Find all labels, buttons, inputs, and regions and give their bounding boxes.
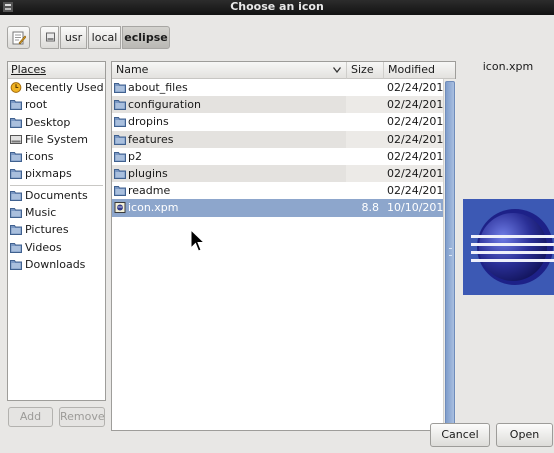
eclipse-logo-icon bbox=[463, 199, 554, 295]
places-sidebar: Places Recently Used root Desktop File S… bbox=[7, 61, 106, 401]
sort-descending-icon bbox=[333, 67, 341, 73]
image-file-icon bbox=[114, 202, 126, 214]
preview-label: icon.xpm bbox=[482, 60, 534, 73]
recent-icon bbox=[10, 82, 22, 93]
table-row[interactable]: features 02/24/2014 bbox=[112, 130, 450, 148]
sidebar-item-documents[interactable]: Documents bbox=[8, 187, 105, 204]
folder-icon bbox=[10, 169, 22, 180]
window-menu-icon[interactable] bbox=[2, 1, 14, 13]
table-row[interactable]: about_files 02/24/2014 bbox=[112, 79, 450, 96]
sidebar-item-pixmaps[interactable]: pixmaps bbox=[8, 165, 105, 182]
file-name: configuration bbox=[128, 98, 201, 112]
file-size: 8.8 KB bbox=[361, 201, 380, 232]
file-name: plugins bbox=[128, 166, 168, 180]
folder-icon bbox=[10, 242, 22, 253]
folder-icon bbox=[10, 190, 22, 201]
table-row-selected[interactable]: icon.xpm 8.8 KB 10/10/2013 bbox=[112, 199, 450, 231]
file-modified: 02/24/2014 bbox=[387, 81, 451, 94]
window-title: Choose an icon bbox=[230, 0, 324, 13]
table-row[interactable]: dropins 02/24/2014 bbox=[112, 113, 450, 130]
drive-icon bbox=[10, 134, 22, 144]
file-modified: 02/24/2014 bbox=[387, 98, 451, 112]
folder-icon bbox=[114, 186, 126, 197]
drive-icon bbox=[46, 32, 55, 42]
sidebar-item-icons[interactable]: icons bbox=[8, 148, 105, 165]
file-name: about_files bbox=[128, 81, 188, 94]
remove-bookmark-button[interactable]: Remove bbox=[59, 407, 105, 427]
file-rows: about_files 02/24/2014 configuration 02/… bbox=[112, 79, 450, 231]
edit-location-icon bbox=[12, 31, 26, 45]
crumb-local[interactable]: local bbox=[88, 26, 121, 49]
file-list[interactable]: Name Size Modified about_files 02/24/201… bbox=[111, 61, 456, 431]
file-name: icon.xpm bbox=[128, 201, 179, 215]
open-button[interactable]: Open bbox=[496, 423, 553, 447]
sidebar-item-recently-used[interactable]: Recently Used bbox=[8, 79, 105, 96]
folder-icon bbox=[10, 208, 22, 219]
file-name: readme bbox=[128, 184, 171, 198]
folder-icon bbox=[10, 100, 22, 111]
file-name: features bbox=[128, 132, 174, 146]
file-modified: 02/24/2014 bbox=[387, 149, 451, 163]
crumb-usr[interactable]: usr bbox=[60, 26, 87, 49]
title-bar: Choose an icon bbox=[0, 0, 554, 15]
folder-icon bbox=[114, 134, 126, 145]
folder-icon bbox=[10, 259, 22, 270]
file-chooser-dialog: usr local eclipse Places Recently Used r… bbox=[0, 15, 554, 453]
sidebar-item-downloads[interactable]: Downloads bbox=[8, 256, 105, 273]
folder-icon bbox=[10, 152, 22, 163]
folder-icon bbox=[114, 151, 126, 162]
file-name: dropins bbox=[128, 115, 169, 129]
crumb-root[interactable] bbox=[40, 26, 59, 49]
sidebar-item-root[interactable]: root bbox=[8, 96, 105, 113]
places-header[interactable]: Places bbox=[8, 62, 105, 79]
sidebar-item-desktop[interactable]: Desktop bbox=[8, 114, 105, 131]
type-location-button[interactable] bbox=[7, 26, 30, 49]
places-divider bbox=[10, 184, 103, 186]
column-header-size[interactable]: Size bbox=[347, 62, 384, 79]
scrollbar-thumb[interactable] bbox=[445, 81, 455, 426]
folder-icon bbox=[10, 117, 22, 128]
sidebar-item-pictures[interactable]: Pictures bbox=[8, 221, 105, 238]
folder-icon bbox=[114, 100, 126, 111]
sidebar-item-file-system[interactable]: File System bbox=[8, 131, 105, 148]
table-row[interactable]: p2 02/24/2014 bbox=[112, 148, 450, 165]
crumb-eclipse[interactable]: eclipse bbox=[122, 26, 170, 49]
folder-icon bbox=[114, 117, 126, 128]
folder-icon bbox=[114, 168, 126, 179]
file-modified: 10/10/2013 bbox=[387, 201, 451, 215]
file-modified: 02/24/2014 bbox=[387, 184, 451, 198]
folder-icon bbox=[114, 83, 126, 93]
file-modified: 02/24/2014 bbox=[387, 115, 451, 129]
sidebar-item-music[interactable]: Music bbox=[8, 204, 105, 221]
file-name: p2 bbox=[128, 149, 142, 163]
table-row[interactable]: readme 02/24/2014 bbox=[112, 182, 450, 199]
table-row[interactable]: plugins 02/24/2014 bbox=[112, 164, 450, 183]
file-modified: 02/24/2014 bbox=[387, 166, 451, 180]
sidebar-item-videos[interactable]: Videos bbox=[8, 239, 105, 256]
vertical-scrollbar[interactable] bbox=[443, 79, 456, 430]
column-header-name[interactable]: Name bbox=[112, 62, 347, 79]
mouse-pointer-icon bbox=[190, 229, 206, 252]
column-header-modified[interactable]: Modified bbox=[384, 62, 455, 79]
table-row[interactable]: configuration 02/24/2014 bbox=[112, 96, 450, 114]
add-bookmark-button[interactable]: Add bbox=[8, 407, 53, 427]
folder-icon bbox=[10, 225, 22, 236]
cancel-button[interactable]: Cancel bbox=[430, 423, 490, 447]
file-modified: 02/24/2014 bbox=[387, 132, 451, 146]
